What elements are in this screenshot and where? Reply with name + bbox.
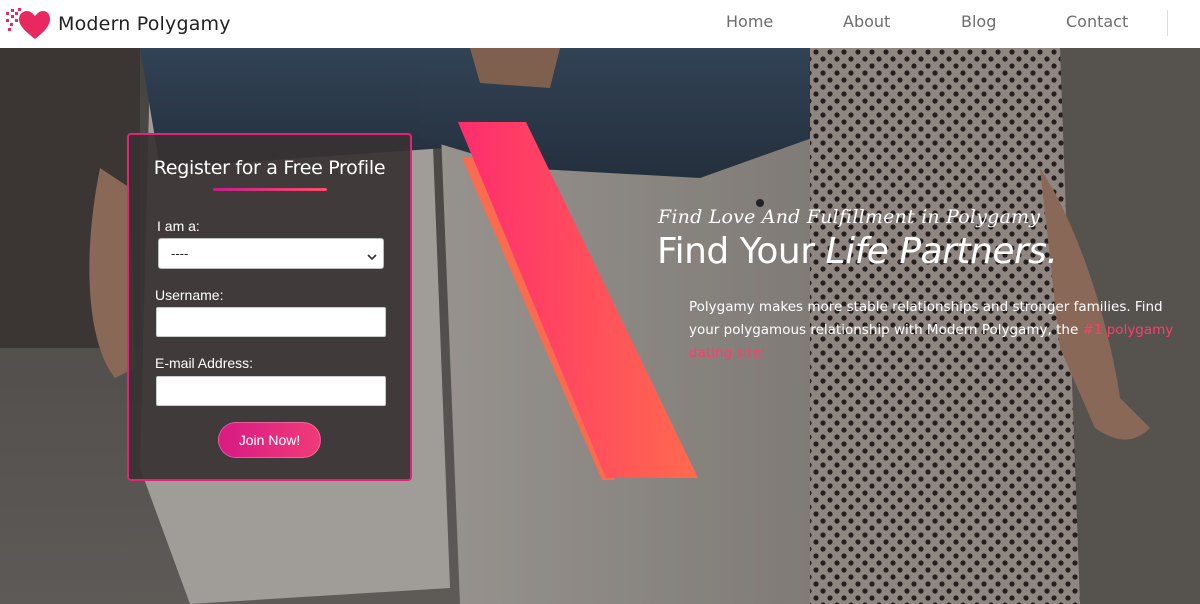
email-input[interactable] (156, 376, 386, 406)
hero-tagline: Find Love And Fulfillment in Polygamy (658, 206, 1041, 228)
register-form-title: Register for a Free Profile (153, 157, 386, 179)
decorative-slash-shapes (458, 122, 698, 480)
headline-part1: Find Your (657, 231, 815, 272)
nav-home-link[interactable]: Home (726, 12, 773, 31)
title-underline (213, 188, 327, 191)
join-now-button[interactable]: Join Now! (218, 422, 321, 458)
chevron-down-icon (367, 249, 377, 261)
nav-divider (1167, 10, 1168, 36)
page: Modern Polygamy Home About Blog Contact (0, 0, 1200, 604)
main-nav: Home About Blog Contact (0, 0, 1200, 48)
nav-blog-link[interactable]: Blog (961, 12, 996, 31)
register-form-card: Register for a Free Profile I am a: ----… (127, 133, 412, 481)
nav-contact-link[interactable]: Contact (1066, 12, 1128, 31)
i-am-select[interactable]: ---- (158, 238, 384, 269)
site-header: Modern Polygamy Home About Blog Contact (0, 0, 1200, 48)
hero-description: Polygamy makes more stable relationships… (689, 296, 1194, 365)
headline-part2: Life Partners. (825, 231, 1058, 272)
username-label: Username: (155, 287, 224, 303)
hero-headline: Find Your Life Partners. (657, 231, 1058, 272)
email-label: E-mail Address: (155, 355, 254, 371)
nav-about-link[interactable]: About (843, 12, 890, 31)
username-input[interactable] (156, 307, 386, 337)
i-am-label: I am a: (157, 218, 200, 234)
i-am-select-value: ---- (171, 246, 189, 261)
